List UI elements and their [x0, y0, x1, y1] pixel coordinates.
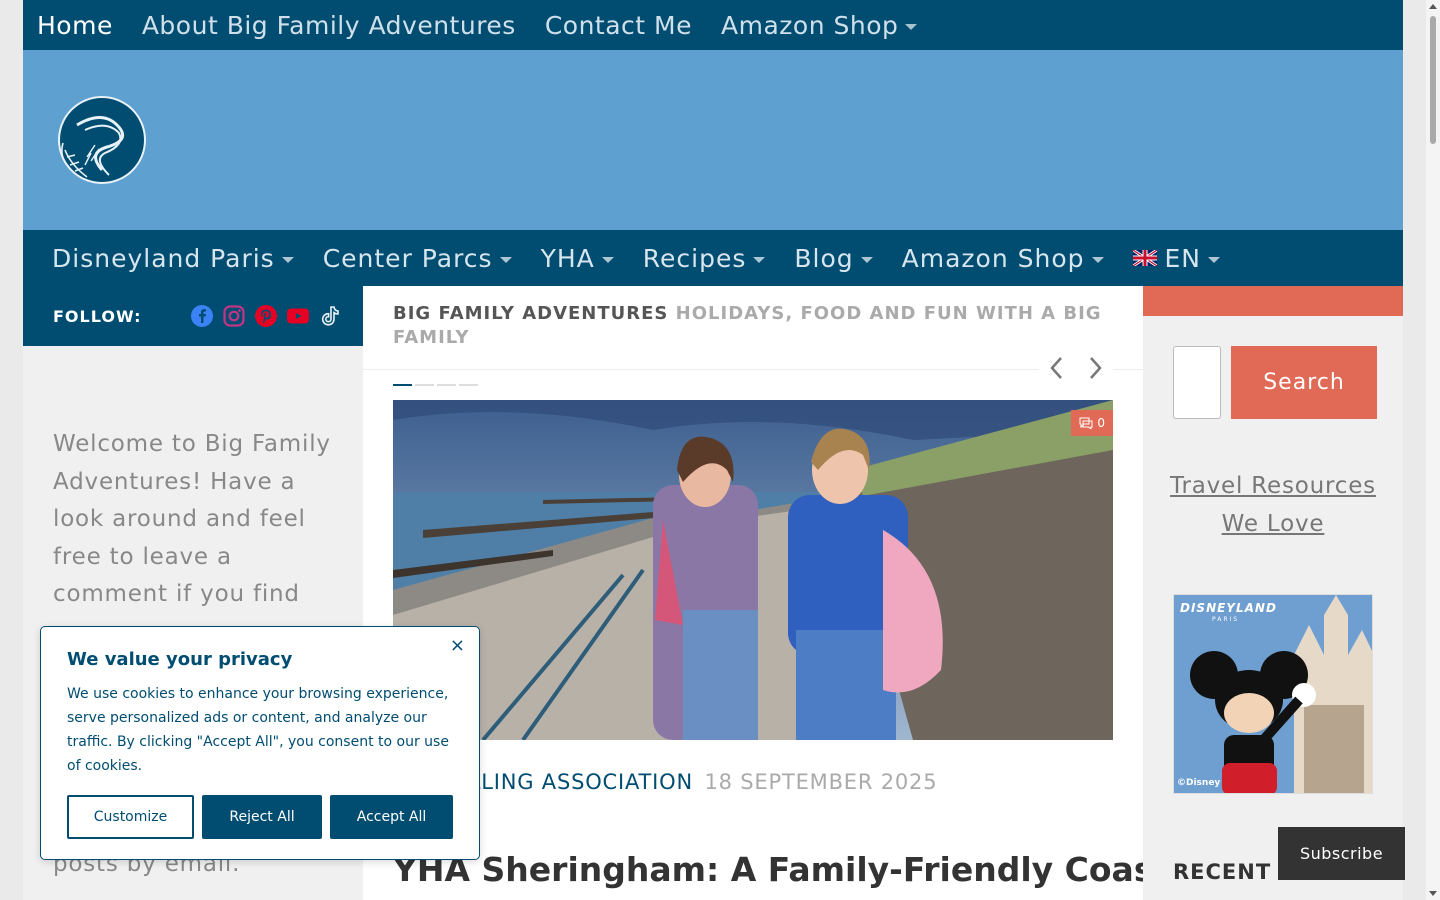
- right-sidebar: Search Travel Resources We Love DISNEYLA…: [1143, 286, 1403, 900]
- chevron-down-icon: [499, 256, 512, 263]
- youtube-icon[interactable]: [286, 304, 310, 328]
- reject-all-button[interactable]: Reject All: [202, 795, 322, 839]
- main-nav-label: Blog: [794, 243, 854, 273]
- main-nav-label: Center Parcs: [322, 243, 493, 273]
- scrollbar-thumb[interactable]: [1430, 16, 1436, 144]
- pinterest-icon[interactable]: [254, 304, 278, 328]
- accent-bar: [1143, 286, 1403, 316]
- disneyland-ad[interactable]: DISNEYLAND PARIS ©Disney: [1173, 594, 1373, 794]
- site-header: [23, 50, 1403, 230]
- top-nav-home[interactable]: Home: [37, 11, 113, 40]
- travel-resources-link[interactable]: Travel Resources We Love: [1163, 468, 1383, 543]
- ad-brand-sub: PARIS: [1212, 616, 1240, 623]
- main-nav-yha[interactable]: YHA: [541, 244, 614, 273]
- cookie-buttons: Customize Reject All Accept All: [67, 795, 453, 839]
- top-navigation: Home About Big Family Adventures Contact…: [23, 0, 1403, 50]
- chevron-down-icon: [753, 256, 766, 263]
- instagram-icon[interactable]: [222, 304, 246, 328]
- chevron-down-icon: [281, 256, 294, 263]
- main-nav-recipes[interactable]: Recipes: [643, 244, 766, 273]
- top-nav-about[interactable]: About Big Family Adventures: [142, 11, 516, 40]
- main-nav-label: Recipes: [642, 243, 747, 273]
- comment-icon: [1079, 417, 1093, 429]
- uk-flag-icon: [1132, 250, 1157, 266]
- search-input[interactable]: [1173, 346, 1221, 419]
- site-tagline: BIG FAMILY ADVENTURES HOLIDAYS, FOOD AND…: [393, 302, 1113, 350]
- divider: [363, 369, 1143, 370]
- slider-dot[interactable]: [415, 384, 434, 386]
- cookie-body: We use cookies to enhance your browsing …: [67, 686, 449, 774]
- subscribe-button[interactable]: Subscribe: [1278, 827, 1405, 880]
- site-logo[interactable]: [57, 95, 147, 185]
- scroll-down-icon[interactable]: [1429, 891, 1437, 896]
- follow-bar: FOLLOW:: [23, 286, 363, 346]
- main-nav-blog[interactable]: Blog: [794, 243, 873, 273]
- slider-controls: [1039, 354, 1113, 382]
- facebook-icon[interactable]: [190, 304, 214, 328]
- main-nav-center-parcs[interactable]: Center Parcs: [323, 244, 512, 273]
- chevron-down-icon: [860, 256, 873, 263]
- chevron-down-icon: [601, 256, 614, 263]
- top-nav-contact[interactable]: Contact Me: [545, 11, 692, 40]
- main-nav-label: Disneyland Paris: [52, 243, 275, 273]
- main-nav-disneyland-paris[interactable]: Disneyland Paris: [52, 244, 294, 273]
- follow-label: FOLLOW:: [53, 306, 142, 326]
- featured-image[interactable]: 0: [393, 400, 1113, 740]
- welcome-text: Welcome to Big Family Adventures! Have a…: [53, 431, 331, 607]
- close-icon[interactable]: ×: [450, 635, 465, 656]
- scrollbar[interactable]: [1426, 0, 1440, 900]
- top-nav-amazon-shop[interactable]: Amazon Shop: [721, 10, 918, 40]
- post-date: 18 SEPTEMBER 2025: [704, 770, 938, 794]
- site-name[interactable]: BIG FAMILY ADVENTURES: [393, 303, 668, 324]
- slider-dots: [393, 384, 478, 386]
- accept-all-button[interactable]: Accept All: [330, 795, 453, 839]
- main-nav-label: Amazon Shop: [901, 243, 1085, 273]
- top-nav-amazon-shop-label: Amazon Shop: [721, 10, 899, 40]
- chevron-down-icon: [1091, 256, 1104, 263]
- ad-image: [1174, 595, 1372, 793]
- ad-brand: DISNEYLAND: [1180, 601, 1277, 615]
- search-button[interactable]: Search: [1231, 346, 1377, 419]
- main-navigation: Disneyland Paris Center Parcs YHA Recipe…: [23, 230, 1403, 286]
- main-nav-language[interactable]: EN: [1132, 243, 1220, 273]
- main-nav-label: EN: [1164, 243, 1201, 273]
- main-nav-label: YHA: [540, 243, 595, 273]
- main-nav-amazon-shop[interactable]: Amazon Shop: [902, 244, 1104, 273]
- chevron-left-icon[interactable]: [1047, 354, 1067, 382]
- chevron-down-icon: [1208, 256, 1220, 263]
- slider-dot[interactable]: [393, 384, 412, 386]
- beach-photo: [393, 400, 1113, 740]
- ad-copyright: ©Disney: [1177, 778, 1221, 788]
- post-title[interactable]: YHA Sheringham: A Family-Friendly Coasta…: [393, 850, 1203, 889]
- scroll-up-icon[interactable]: [1429, 4, 1437, 9]
- comment-count: 0: [1097, 416, 1105, 430]
- main-content: BIG FAMILY ADVENTURES HOLIDAYS, FOOD AND…: [363, 286, 1203, 900]
- chevron-right-icon[interactable]: [1085, 354, 1105, 382]
- customize-button[interactable]: Customize: [67, 795, 194, 839]
- chevron-down-icon: [905, 23, 918, 30]
- tiktok-icon[interactable]: [318, 304, 342, 328]
- slider-dot[interactable]: [459, 384, 478, 386]
- cookie-consent-banner: × We value your privacy We use cookies t…: [40, 626, 480, 860]
- cookie-title: We value your privacy: [67, 649, 293, 670]
- slider-dot[interactable]: [437, 384, 456, 386]
- comment-count-badge[interactable]: 0: [1071, 410, 1113, 436]
